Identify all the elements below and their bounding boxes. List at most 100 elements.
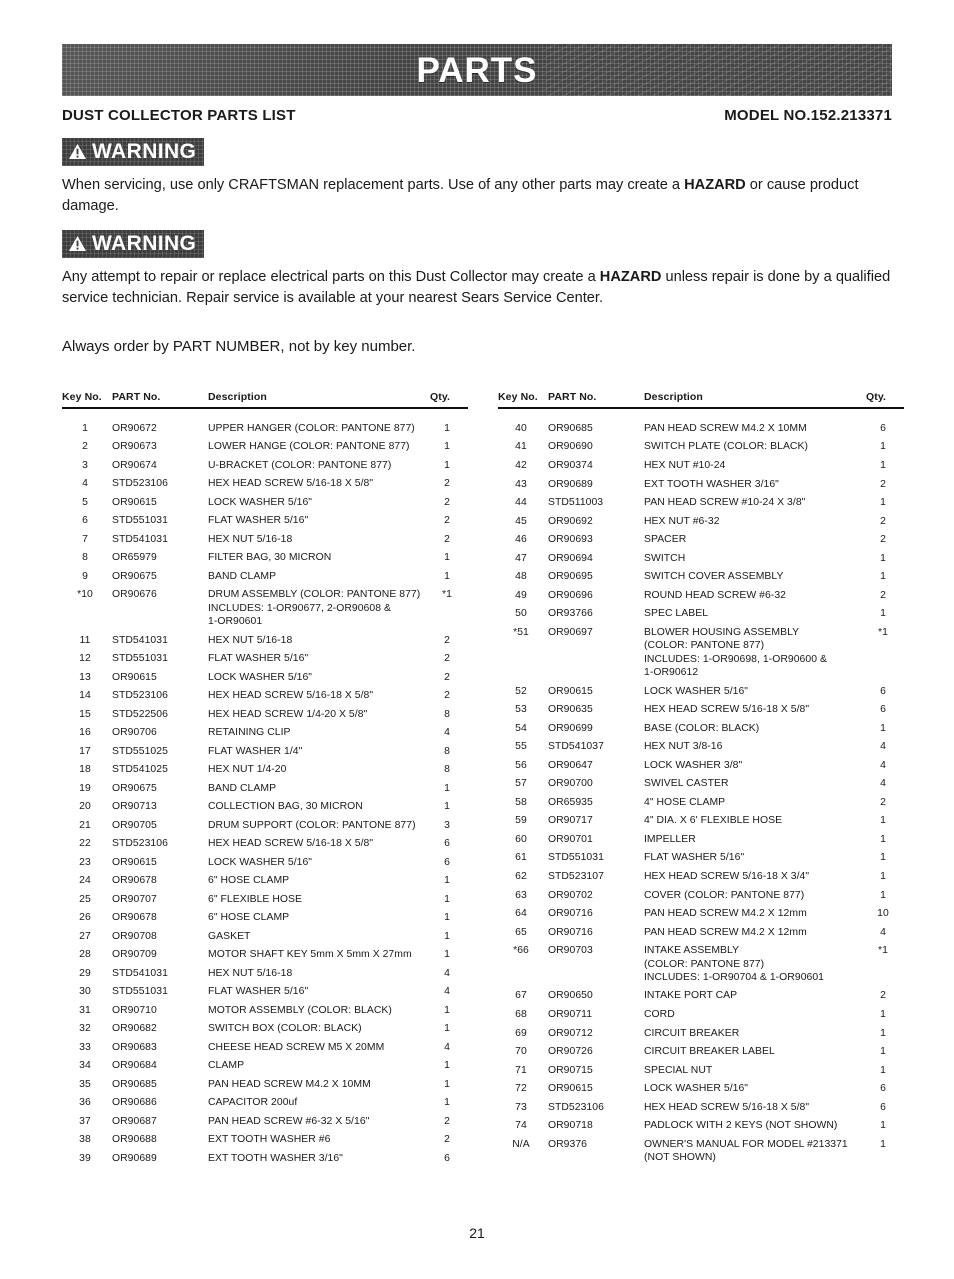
description-line: PAN HEAD SCREW M4.2 X 12mm	[644, 908, 807, 920]
cell-qty: 1	[444, 930, 450, 942]
cell-qty: 1	[880, 552, 886, 564]
description-line: COLLECTION BAG, 30 MICRON	[208, 801, 363, 812]
cell-description: HEX HEAD SCREW 5/16-18 X 5/8"	[198, 686, 430, 705]
table-row: 59 OR90717 4" DIA. X 6' FLEXIBLE HOSE 1	[498, 812, 904, 831]
description-line: LOCK WASHER 5/16"	[208, 496, 313, 508]
description-line: GASKET	[208, 930, 251, 942]
description-line: SPEC LABEL	[644, 608, 709, 620]
cell-qty: 2	[880, 478, 886, 490]
description-line: UPPER HANGER (COLOR: PANTONE 877)	[208, 422, 415, 434]
description-line: PAN HEAD SCREW M4.2 X 10MM	[208, 1078, 371, 1090]
cell-part: OR93766	[548, 608, 593, 620]
table-row: 27 OR90708 GASKET 1	[62, 927, 468, 946]
cell-description: CIRCUIT BREAKER LABEL	[634, 1042, 866, 1061]
table-row: 46 OR90693 SPACER 2	[498, 531, 904, 550]
cell-part: OR90697	[548, 626, 593, 638]
cell-description: GASKET	[198, 927, 430, 946]
cell-key: 57	[515, 778, 527, 790]
cell-key: 62	[515, 871, 527, 882]
cell-description: LOWER HANGE (COLOR: PANTONE 877)	[198, 438, 430, 457]
table-row: 8 OR65979 FILTER BAG, 30 MICRON 1	[62, 549, 468, 568]
cell-description: CLAMP	[198, 1056, 430, 1075]
cell-part: OR90710	[112, 1004, 157, 1016]
cell-qty: 2	[444, 478, 450, 490]
description-line: INCLUDES: 1-OR90698, 1-OR90600 &	[644, 653, 827, 665]
cell-part: OR90703	[548, 945, 593, 957]
cell-key: 32	[79, 1023, 91, 1034]
cell-part: OR90683	[112, 1041, 157, 1053]
table-row: 53 OR90635 HEX HEAD SCREW 5/16-18 X 5/8" 6	[498, 700, 904, 719]
cell-description: 4" HOSE CLAMP	[634, 793, 866, 812]
cell-qty: 2	[880, 534, 886, 546]
table-row: 73 STD523106 HEX HEAD SCREW 5/16-18 X 5/8"…	[498, 1098, 904, 1117]
parts-banner: PARTS	[62, 44, 892, 96]
cell-part: OR90676	[112, 589, 157, 601]
cell-key: 71	[515, 1064, 527, 1076]
cell-part: OR90674	[112, 459, 157, 471]
description-line: PAN HEAD SCREW #10-24 X 3/8"	[644, 497, 806, 509]
warning-label: WARNING	[92, 232, 197, 256]
description-line: MOTOR SHAFT KEY 5mm X 5mm X 27mm	[208, 949, 412, 960]
cell-key: 26	[79, 912, 91, 923]
cell-description: FLAT WASHER 1/4"	[198, 742, 430, 761]
cell-part: STD541025	[112, 764, 168, 775]
cell-key: 65	[515, 926, 527, 938]
description-line: HEX HEAD SCREW 1/4-20 X 5/8"	[208, 708, 368, 720]
cell-description: HEX NUT 1/4-20	[198, 760, 430, 779]
table-row: *10 OR90676 DRUM ASSEMBLY (COLOR: PANTONE …	[62, 586, 468, 631]
table-row: 44 STD511003 PAN HEAD SCREW #10-24 X 3/8" 1	[498, 494, 904, 513]
cell-qty: 1	[880, 497, 886, 509]
cell-part: OR90689	[548, 478, 593, 490]
cell-description: DRUM ASSEMBLY (COLOR: PANTONE 877) INCLUD…	[198, 586, 430, 631]
cell-description: COVER (COLOR: PANTONE 877)	[634, 886, 866, 905]
cell-description: PAN HEAD SCREW #6-32 X 5/16"	[198, 1112, 430, 1131]
description-line: (NOT SHOWN)	[644, 1152, 716, 1164]
cell-qty: 1	[880, 722, 886, 734]
cell-part: STD551025	[112, 745, 168, 757]
table-row: 74 OR90718 PADLOCK WITH 2 KEYS (NOT SHOWN)…	[498, 1117, 904, 1136]
cell-qty: 1	[880, 1120, 886, 1132]
warning-badge-1: WARNING	[62, 138, 204, 166]
cell-part: OR90615	[112, 856, 157, 868]
cell-qty: 1	[880, 1008, 886, 1020]
cell-qty: 8	[444, 764, 450, 775]
description-line: CAPACITOR 200uf	[208, 1097, 298, 1108]
cell-description: MOTOR ASSEMBLY (COLOR: BLACK)	[198, 1001, 430, 1020]
table-row: 60 OR90701 IMPELLER 1	[498, 830, 904, 849]
table-row: 23 OR90615 LOCK WASHER 5/16" 6	[62, 853, 468, 872]
cell-key: 72	[515, 1083, 527, 1095]
table-row: 3 OR90674 U-BRACKET (COLOR: PANTONE 877) 1	[62, 456, 468, 475]
cell-key: 39	[79, 1152, 91, 1164]
cell-key: 69	[515, 1027, 527, 1039]
cell-description: FLAT WASHER 5/16"	[198, 512, 430, 531]
cell-key: 12	[79, 653, 91, 664]
cell-description: SPACER	[634, 531, 866, 550]
warning-triangle-icon	[69, 143, 86, 160]
cell-description: HEX HEAD SCREW 5/16-18 X 5/8"	[634, 1098, 866, 1117]
warning-text-1: When servicing, use only CRAFTSMAN repla…	[62, 175, 892, 216]
description-line: FLAT WASHER 5/16"	[208, 515, 309, 527]
cell-part: OR90702	[548, 889, 593, 901]
cell-part: OR90635	[548, 704, 593, 716]
cell-description: LOCK WASHER 5/16"	[634, 682, 866, 701]
cell-qty: 1	[880, 852, 886, 864]
cell-key: 31	[79, 1004, 91, 1016]
table-row: 11 STD541031 HEX NUT 5/16-18 2	[62, 631, 468, 650]
cell-description: BAND CLAMP	[198, 567, 430, 586]
cell-key: 22	[79, 838, 91, 849]
cell-part: STD523107	[548, 871, 604, 882]
cell-description: CORD	[634, 1005, 866, 1024]
table-row: 71 OR90715 SPECIAL NUT 1	[498, 1061, 904, 1080]
cell-key: 1	[82, 422, 88, 434]
cell-part: OR9376	[548, 1138, 588, 1150]
description-line: RETAINING CLIP	[208, 727, 291, 738]
cell-description: BLOWER HOUSING ASSEMBLY (COLOR: PANTONE 8…	[634, 623, 866, 682]
cell-key: 17	[79, 745, 91, 757]
cell-qty: 1	[880, 889, 886, 901]
cell-part: OR65979	[112, 552, 157, 564]
table-row: 28 OR90709 MOTOR SHAFT KEY 5mm X 5mm X 27m…	[62, 945, 468, 964]
parts-tables: Key No. PART No. Description Qty. 1 OR906…	[62, 390, 904, 1168]
table-row: 21 OR90705 DRUM SUPPORT (COLOR: PANTONE 87…	[62, 816, 468, 835]
table-row: 31 OR90710 MOTOR ASSEMBLY (COLOR: BLACK) 1	[62, 1001, 468, 1020]
cell-description: IMPELLER	[634, 830, 866, 849]
